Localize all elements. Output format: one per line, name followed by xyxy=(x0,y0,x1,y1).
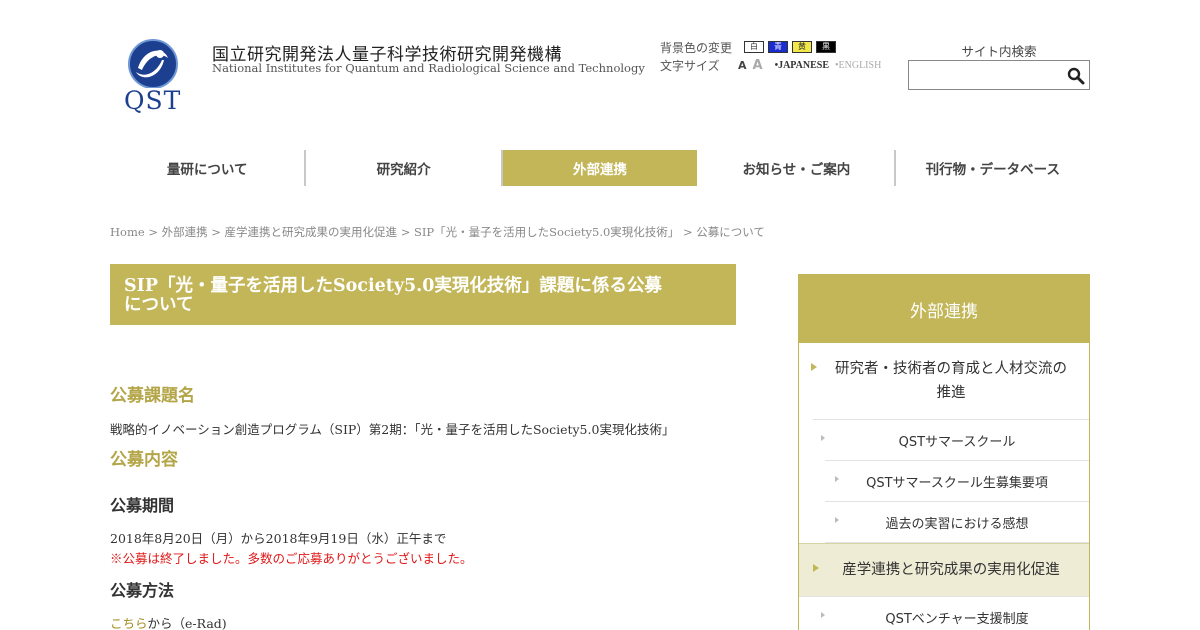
sidebar-subitem-label: QSTベンチャー支援制度 xyxy=(885,611,1029,627)
triangle-right-icon xyxy=(811,363,817,371)
triangle-right-icon xyxy=(813,564,819,572)
font-size-normal-button[interactable]: A xyxy=(738,59,747,72)
search-icon[interactable] xyxy=(1067,67,1085,85)
period-notice: ※公募は終了しました。多数のご応募ありがとうございました。 xyxy=(110,551,473,566)
nav-item-research[interactable]: 研究紹介 xyxy=(306,150,503,186)
sidebar-subitem-past-impressions[interactable]: 過去の実習における感想 xyxy=(825,502,1089,543)
accessibility-tools: 背景色の変更 白 青 黄 黒 文字サイズ A A •JAPANESE •ENGL… xyxy=(660,38,881,74)
sidebar-item-training-line2: 推進 xyxy=(936,385,966,401)
method-row: こちらから（e-Rad) xyxy=(110,613,227,630)
sidebar-item-industry-label: 産学連携と研究成果の実用化促進 xyxy=(842,562,1060,578)
sidebar-heading[interactable]: 外部連携 xyxy=(799,275,1089,343)
bg-white-button[interactable]: 白 xyxy=(744,41,764,53)
nav-item-collaboration[interactable]: 外部連携 xyxy=(502,150,700,186)
font-size-large-button[interactable]: A xyxy=(753,58,763,73)
triangle-right-icon xyxy=(821,612,825,618)
triangle-right-icon xyxy=(835,517,839,523)
sidebar-item-training[interactable]: 研究者・技術者の育成と人材交流の 推進 xyxy=(811,343,1089,420)
lang-japanese-link[interactable]: •JAPANESE xyxy=(775,60,829,71)
period-text: 2018年8月20日（月）から2018年9月19日（水）正午まで xyxy=(110,531,447,546)
nav-item-news[interactable]: お知らせ・ご案内 xyxy=(699,150,896,186)
bg-yellow-button[interactable]: 黄 xyxy=(792,41,812,53)
section-heading-theme: 公募課題名 xyxy=(110,386,195,406)
page-title-line2: について xyxy=(124,295,194,315)
global-nav: 量研について 研究紹介 外部連携 お知らせ・ご案内 刊行物・データベース xyxy=(110,150,1090,186)
triangle-right-icon xyxy=(835,476,839,482)
sidebar-subitem-summer-school[interactable]: QSTサマースクール xyxy=(821,420,1089,461)
bg-black-button[interactable]: 黒 xyxy=(816,41,836,53)
method-text: から（e-Rad) xyxy=(147,616,227,630)
page-title-line1: SIP「光・量子を活用したSociety5.0実現化技術」課題に係る公募 xyxy=(124,276,662,296)
section-heading-content: 公募内容 xyxy=(110,450,178,470)
sidebar-item-training-line1: 研究者・技術者の育成と人材交流の xyxy=(835,361,1067,377)
org-name-en: National Institutes for Quantum and Radi… xyxy=(212,61,645,75)
search-box xyxy=(908,60,1090,90)
sidebar-item-industry-collaboration[interactable]: 産学連携と研究成果の実用化促進 xyxy=(799,543,1089,597)
method-heading: 公募方法 xyxy=(110,581,175,600)
search-label: サイト内検索 xyxy=(961,44,1037,59)
breadcrumb[interactable]: Home > 外部連携 > 産学連携と研究成果の実用化促進 > SIP「光・量子… xyxy=(110,224,765,240)
bg-color-label: 背景色の変更 xyxy=(660,40,733,55)
sidebar-subitem-summer-school-guidelines[interactable]: QSTサマースクール生募集要項 xyxy=(825,461,1089,502)
nav-item-publications[interactable]: 刊行物・データベース xyxy=(896,150,1090,186)
logo-text: QST xyxy=(124,86,182,115)
triangle-right-icon xyxy=(821,435,825,441)
sidebar: 外部連携 研究者・技術者の育成と人材交流の 推進 QSTサマースクール QSTサ… xyxy=(798,274,1090,630)
search-input[interactable] xyxy=(909,61,1059,89)
sidebar-subitem-venture-support[interactable]: QSTベンチャー支援制度 xyxy=(821,597,1089,630)
sidebar-subitem-label: 過去の実習における感想 xyxy=(885,516,1029,532)
period-heading: 公募期間 xyxy=(110,496,175,515)
qst-logo-mark-icon xyxy=(128,39,178,89)
nav-item-about[interactable]: 量研について xyxy=(110,150,307,186)
font-size-label: 文字サイズ xyxy=(660,58,720,73)
bg-blue-button[interactable]: 青 xyxy=(768,41,788,53)
theme-text: 戦略的イノベーション創造プログラム（SIP）第2期：「光・量子を活用したSoci… xyxy=(110,422,675,437)
lang-english-link[interactable]: •ENGLISH xyxy=(835,60,881,71)
sidebar-subitem-label: QSTサマースクール xyxy=(898,434,1016,450)
method-link[interactable]: こちら xyxy=(110,616,148,630)
page-title: SIP「光・量子を活用したSociety5.0実現化技術」課題に係る公募 につい… xyxy=(110,264,736,325)
sidebar-subitem-label: QSTサマースクール生募集要項 xyxy=(866,475,1048,491)
